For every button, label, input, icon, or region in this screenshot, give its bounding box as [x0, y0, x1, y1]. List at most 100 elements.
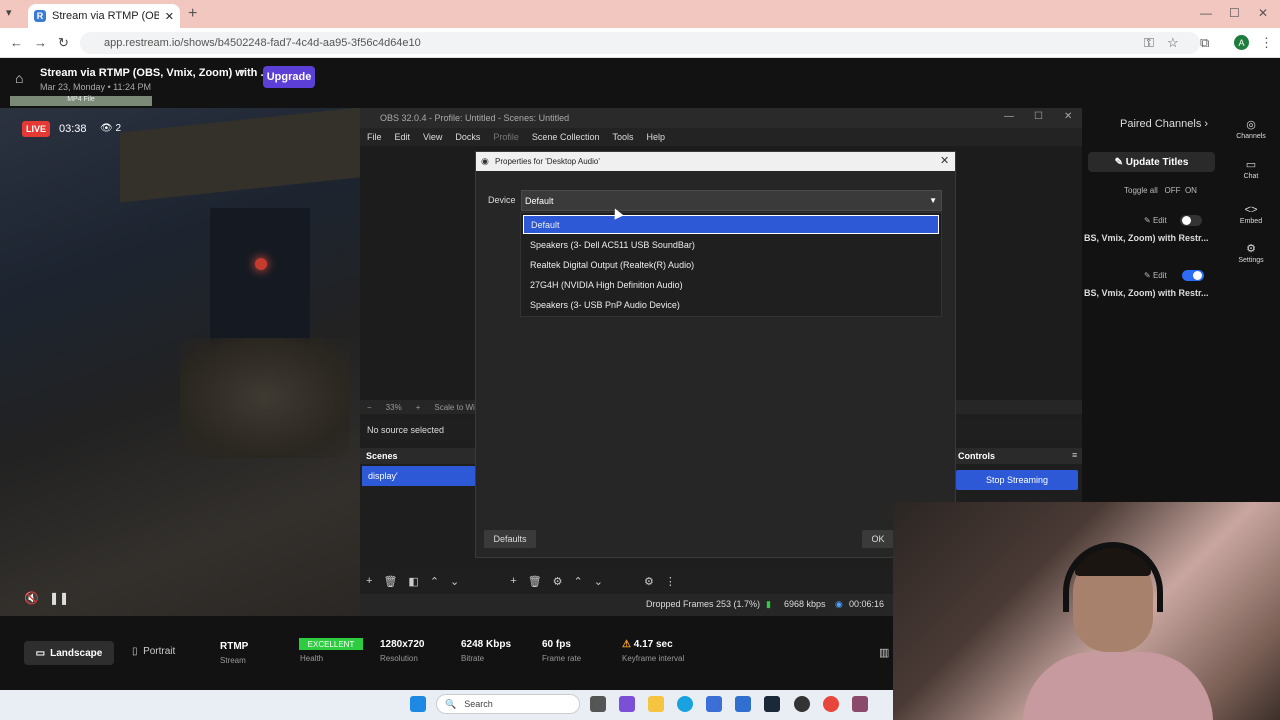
store-icon[interactable]: [706, 696, 722, 712]
obs-title-bar: OBS 32.0.4 - Profile: Untitled - Scenes:…: [360, 108, 1082, 128]
dialog-close-icon[interactable]: ✕: [940, 154, 949, 167]
bitrate-label: Bitrate: [461, 654, 485, 663]
stop-streaming-button[interactable]: Stop Streaming: [956, 470, 1078, 490]
copilot-icon[interactable]: [619, 696, 635, 712]
ok-button[interactable]: OK: [862, 530, 894, 548]
taskbar-search[interactable]: 🔍 Search: [436, 694, 580, 714]
tab-title: Stream via RTMP (OBS, Vmix, Z: [52, 10, 159, 22]
menu-view[interactable]: View: [423, 132, 442, 142]
tab-close-icon[interactable]: ✕: [165, 10, 174, 23]
chevron-down-icon: ▼: [929, 196, 937, 205]
browser-tab[interactable]: R Stream via RTMP (OBS, Vmix, Z ✕: [28, 4, 180, 28]
nav-chat[interactable]: ▭ Chat: [1222, 158, 1280, 180]
steam-icon[interactable]: [764, 696, 780, 712]
upgrade-button[interactable]: Upgrade: [263, 66, 315, 88]
home-icon[interactable]: ⌂: [15, 70, 23, 86]
minimize-icon[interactable]: —: [1200, 6, 1212, 20]
defaults-button[interactable]: Defaults: [484, 530, 536, 548]
password-key-icon[interactable]: ⚿: [1144, 35, 1154, 51]
menu-help[interactable]: Help: [646, 132, 665, 142]
mute-icon[interactable]: 🔇: [24, 591, 39, 605]
forward-icon[interactable]: →: [34, 35, 47, 50]
portrait-button[interactable]: ▯ Portrait: [132, 646, 175, 657]
file-explorer-icon[interactable]: [648, 696, 664, 712]
menu-docks[interactable]: Docks: [455, 132, 480, 142]
menu-edit[interactable]: Edit: [395, 132, 411, 142]
maximize-icon[interactable]: ☐: [1229, 6, 1240, 20]
reload-icon[interactable]: ↻: [58, 35, 69, 51]
dock-menu-icon[interactable]: ≡: [1072, 450, 1077, 460]
edge-icon[interactable]: [677, 696, 693, 712]
landscape-button[interactable]: ▭ Landscape: [24, 641, 114, 665]
windows-start-icon[interactable]: [410, 696, 426, 712]
obs-taskbar-icon[interactable]: [794, 696, 810, 712]
dropdown-option[interactable]: Realtek Digital Output (Realtek(R) Audio…: [523, 255, 939, 274]
chrome-icon[interactable]: [823, 696, 839, 712]
viewer-count-value: 2: [115, 123, 122, 134]
channel-toggle-1[interactable]: [1180, 215, 1202, 226]
stream-title[interactable]: Stream via RTMP (OBS, Vmix, Zoom) with .…: [40, 67, 270, 79]
toggle-all-row: Toggle all OFF ON: [1124, 186, 1197, 195]
app-icon[interactable]: [852, 696, 868, 712]
move-down-icon[interactable]: ⌄: [450, 575, 459, 588]
source-down-icon[interactable]: ⌄: [594, 575, 603, 588]
audio-menu-icon[interactable]: ⋮: [665, 575, 676, 588]
channel-edit-2[interactable]: ✎ Edit: [1144, 271, 1167, 280]
mail-icon[interactable]: [735, 696, 751, 712]
close-window-icon[interactable]: ✕: [1258, 6, 1268, 20]
source-settings-icon[interactable]: ⚙: [553, 575, 563, 588]
remove-scene-icon[interactable]: 🗑: [383, 575, 397, 588]
menu-file[interactable]: File: [367, 132, 382, 142]
obs-maximize-icon[interactable]: ☐: [1034, 111, 1043, 122]
bar-chart-icon[interactable]: ▥: [879, 646, 889, 659]
chevron-down-icon[interactable]: ▾: [240, 67, 245, 78]
nav-embed[interactable]: <> Embed: [1222, 204, 1280, 225]
nav-channels[interactable]: ◎ Channels: [1222, 118, 1280, 140]
obs-menu-bar: File Edit View Docks Profile Scene Colle…: [360, 128, 1082, 146]
nav-settings[interactable]: ⚙ Settings: [1222, 242, 1280, 264]
back-icon[interactable]: ←: [10, 35, 23, 50]
pause-icon[interactable]: ❚❚: [49, 591, 69, 605]
remove-source-icon[interactable]: 🗑: [528, 575, 542, 588]
add-source-icon[interactable]: +: [510, 575, 516, 587]
menu-scene-collection[interactable]: Scene Collection: [532, 132, 600, 142]
dropdown-option[interactable]: Speakers (3- USB PnP Audio Device): [523, 295, 939, 314]
scene-item[interactable]: display': [362, 466, 476, 486]
dropdown-option[interactable]: 27G4H (NVIDIA High Definition Audio): [523, 275, 939, 294]
dropdown-option[interactable]: Speakers (3- Dell AC511 USB SoundBar): [523, 235, 939, 254]
task-view-icon[interactable]: [590, 696, 606, 712]
device-select[interactable]: Default ▼: [521, 190, 942, 211]
zoom-out-icon[interactable]: −: [367, 403, 372, 412]
keyframe-value: ⚠ 4.17 sec: [622, 639, 673, 650]
zoom-level: 33%: [385, 402, 402, 412]
chevron-right-icon: ›: [1204, 118, 1209, 130]
new-tab-icon[interactable]: +: [188, 5, 197, 23]
update-titles-button[interactable]: ✎ Update Titles: [1088, 152, 1215, 172]
filter-icon[interactable]: ◧: [408, 575, 418, 588]
add-scene-icon[interactable]: +: [366, 575, 372, 587]
profile-avatar[interactable]: A: [1234, 35, 1249, 50]
obs-close-icon[interactable]: ✕: [1064, 111, 1072, 122]
dropdown-option[interactable]: Default: [523, 215, 939, 234]
obs-minimize-icon[interactable]: —: [1004, 111, 1014, 122]
tab-menu-icon[interactable]: ▾: [6, 6, 12, 19]
toggle-all-off[interactable]: OFF: [1164, 186, 1180, 195]
channel-toggle-2[interactable]: [1182, 270, 1204, 281]
extensions-icon[interactable]: ⧉: [1200, 35, 1209, 51]
toggle-all-on[interactable]: ON: [1185, 186, 1197, 195]
bookmark-star-icon[interactable]: ☆: [1167, 35, 1179, 51]
url-field[interactable]: app.restream.io/shows/b4502248-fad7-4c4d…: [80, 32, 1200, 54]
move-up-icon[interactable]: ⌃: [430, 575, 439, 588]
resolution-value: 1280x720: [380, 639, 425, 650]
menu-tools[interactable]: Tools: [612, 132, 633, 142]
source-up-icon[interactable]: ⌃: [574, 575, 583, 588]
browser-menu-icon[interactable]: ⋮: [1260, 35, 1273, 51]
protocol-label: Stream: [220, 656, 246, 665]
live-badge: LIVE: [22, 121, 50, 137]
audio-settings-icon[interactable]: ⚙: [644, 575, 654, 588]
paired-channels-link[interactable]: Paired Channels ›: [1120, 118, 1208, 130]
channel-edit-1[interactable]: ✎ Edit: [1144, 216, 1167, 225]
nav-embed-label: Embed: [1239, 218, 1263, 225]
menu-profile[interactable]: Profile: [493, 132, 519, 142]
zoom-in-icon[interactable]: +: [416, 403, 421, 412]
